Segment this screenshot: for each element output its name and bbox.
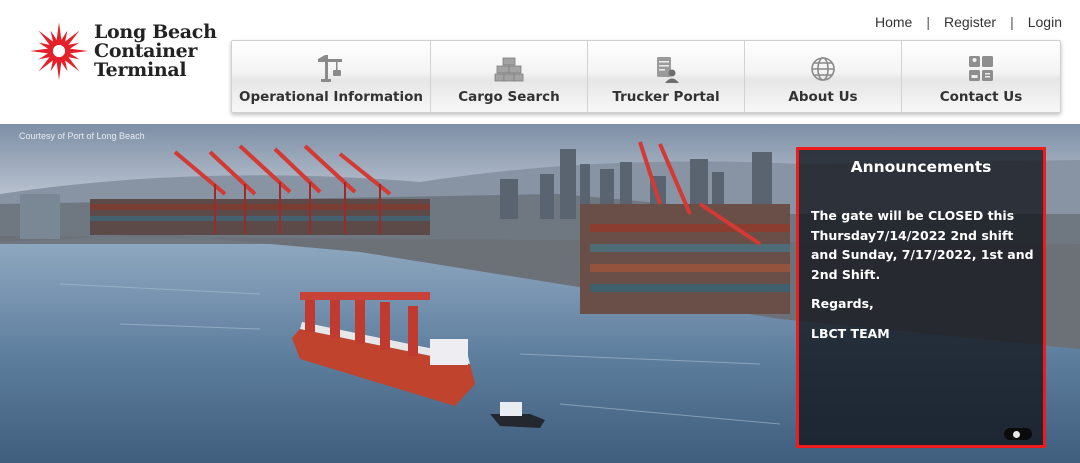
nav-operational-information[interactable]: Operational Information xyxy=(232,41,431,112)
carousel-pager[interactable] xyxy=(1004,428,1032,440)
link-separator: | xyxy=(926,14,930,30)
announcement-signature: LBCT TEAM xyxy=(811,325,890,341)
brand-name-line-2: Container xyxy=(94,39,198,62)
nav-label: About Us xyxy=(788,89,858,105)
site-header: Long Beach Container Terminal Home | Reg… xyxy=(0,0,1080,124)
containers-icon xyxy=(494,57,524,82)
announcements-panel: Announcements The gate will be CLOSED th… xyxy=(796,147,1046,448)
nav-label: Cargo Search xyxy=(458,89,560,105)
announcement-text: The gate will be CLOSED this Thursday7/1… xyxy=(811,208,1034,282)
link-separator: | xyxy=(1010,14,1014,30)
nav-cargo-search[interactable]: Cargo Search xyxy=(431,41,588,112)
main-nav: Operational Information Cargo Search Tru… xyxy=(231,40,1061,113)
nav-contact-us[interactable]: Contact Us xyxy=(902,41,1060,112)
nav-trucker-portal[interactable]: Trucker Portal xyxy=(588,41,745,112)
globe-icon xyxy=(811,57,835,81)
nav-label: Operational Information xyxy=(238,89,424,105)
brand-name-line-3: Terminal xyxy=(94,58,187,81)
starburst-logo-icon xyxy=(30,22,88,80)
announcement-body: The gate will be CLOSED this Thursday7/1… xyxy=(811,206,1039,353)
brand-name: Long Beach Container Terminal xyxy=(94,20,217,81)
brand-name-line-1: Long Beach xyxy=(94,20,217,43)
pager-dot-active[interactable] xyxy=(1013,431,1020,438)
nav-label: Trucker Portal xyxy=(612,89,720,105)
home-link[interactable]: Home xyxy=(875,14,912,30)
announcements-title: Announcements xyxy=(850,158,992,176)
site-logo[interactable]: Long Beach Container Terminal xyxy=(28,16,217,86)
nav-label: Contact Us xyxy=(939,89,1023,105)
nav-about-us[interactable]: About Us xyxy=(745,41,902,112)
clipboard-user-icon xyxy=(657,57,679,83)
photo-credit: Courtesy of Port of Long Beach xyxy=(19,131,145,141)
login-link[interactable]: Login xyxy=(1028,14,1062,30)
top-links: Home | Register | Login xyxy=(875,14,1062,30)
announcement-regards: Regards, xyxy=(811,296,874,311)
register-link[interactable]: Register xyxy=(944,14,996,30)
crane-icon xyxy=(318,55,342,82)
contact-card-icon xyxy=(969,56,993,81)
